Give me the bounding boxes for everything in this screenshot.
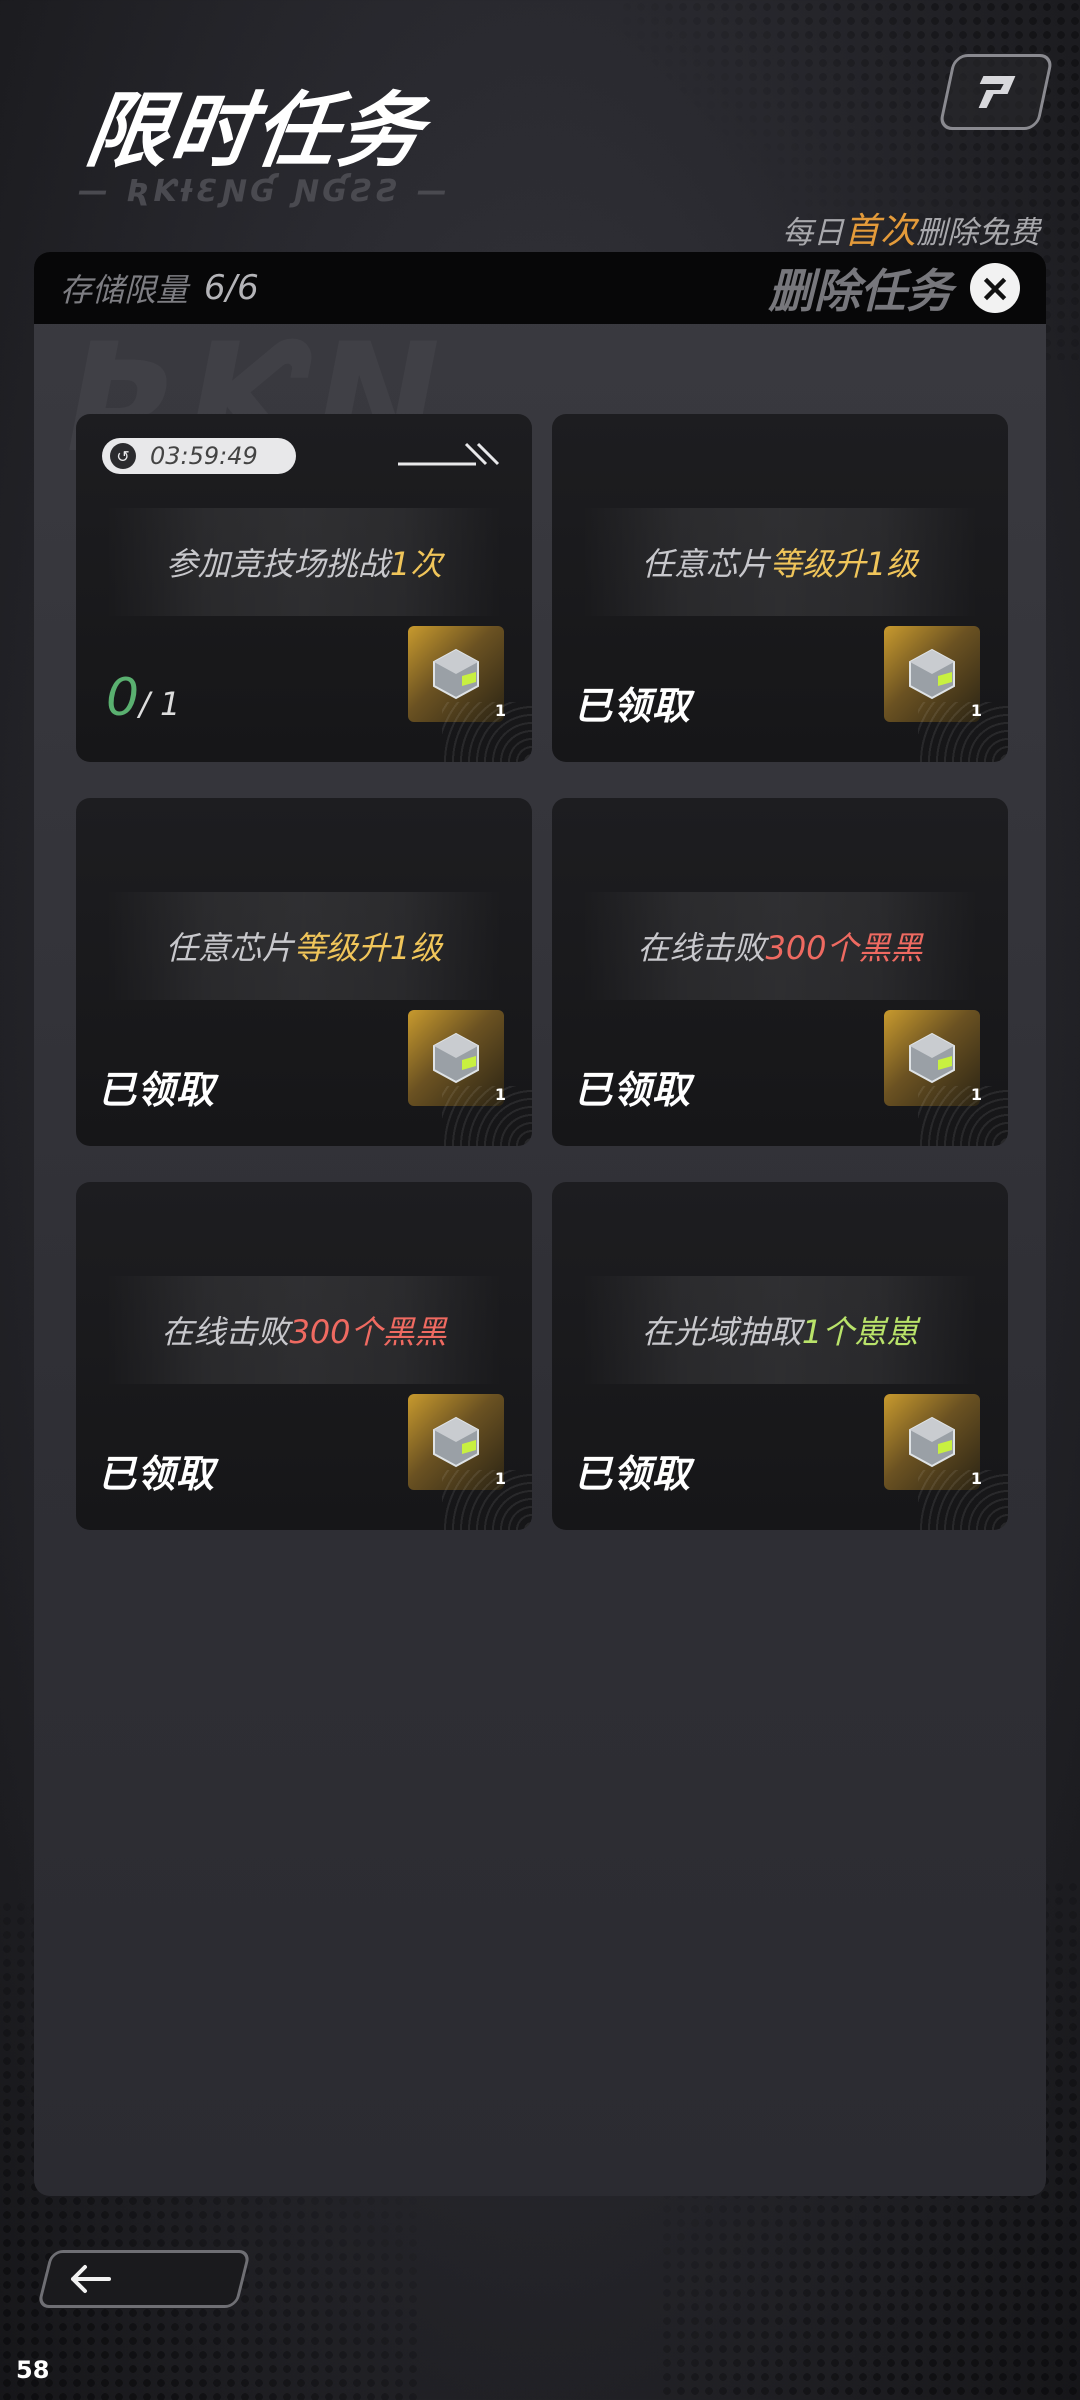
reward-item[interactable]: 1 [884,626,982,722]
close-button[interactable]: × [970,263,1020,313]
claimed-status: 已领取 [98,1452,216,1496]
claimed-status: 已领取 [574,1068,692,1112]
task-card[interactable]: 在线击败 300个黑黑 已领取 1 [552,798,1008,1146]
help-button[interactable] [937,54,1055,130]
back-button[interactable] [36,2250,252,2308]
free-delete-note: 每日首次删除免费 [781,211,1040,252]
page-title: 限时任务 [80,84,430,179]
task-description: 在光域抽取 1个崽崽 [582,1276,978,1384]
panel-header: 存储限量 6/6 删除任务 × [34,252,1046,324]
reward-item[interactable]: 1 [884,1010,982,1106]
fps-counter: 58 [16,2356,50,2384]
task-card[interactable]: 在光域抽取 1个崽崽 已领取 1 [552,1182,1008,1530]
chip-cube-icon [433,648,479,700]
claimed-status: 已领取 [98,1068,216,1112]
back-arrow-icon [71,2265,111,2293]
chip-cube-icon [909,1032,955,1084]
storage-value: 6/6 [204,268,259,308]
reward-count: 1 [970,1469,982,1488]
storage-label: 存储限量 [60,271,189,309]
task-card[interactable]: 在线击败 300个黑黑 已领取 1 [76,1182,532,1530]
task-progress: 0/ 1 [106,668,181,728]
title-decoration: — ƦƘƗƐƝƓ ƝƓƧƧ — [78,174,451,209]
task-card[interactable]: 任意芯片 等级升1级 已领取 1 [76,798,532,1146]
reward-item[interactable]: 1 [408,1010,506,1106]
task-description: 在线击败 300个黑黑 [106,1276,502,1384]
task-description: 参加竞技场挑战 1次 [106,508,502,616]
task-card[interactable]: ↺ 03:59:49 参加竞技场挑战 1次 0/ 1 1 [76,414,532,762]
task-panel: ƦƘƝ 存储限量 6/6 删除任务 × ↺ 03:59:49 参加竞技场挑战1次… [34,252,1046,2196]
claimed-status: 已领取 [574,1452,692,1496]
task-description: 在线击败 300个黑黑 [582,892,978,1000]
claimed-status: 已领取 [574,684,692,728]
timer-text: 03:59:49 [150,442,258,470]
task-card[interactable]: 任意芯片 等级升1级 已领取 1 [552,414,1008,762]
reward-item[interactable]: 1 [408,626,506,722]
reward-count: 1 [970,1085,982,1104]
chip-cube-icon [433,1032,479,1084]
reward-count: 1 [494,1469,506,1488]
chip-cube-icon [909,648,955,700]
chip-cube-icon [909,1416,955,1468]
delete-task-button[interactable]: 删除任务 [768,255,952,321]
reward-item[interactable]: 1 [884,1394,982,1490]
chip-cube-icon [433,1416,479,1468]
reward-count: 1 [970,701,982,720]
close-icon: × [979,266,1011,310]
help-icon [978,76,1016,108]
reward-item[interactable]: 1 [408,1394,506,1490]
timer-badge: ↺ 03:59:49 [102,438,296,474]
task-description: 任意芯片 等级升1级 [582,508,978,616]
reward-count: 1 [494,701,506,720]
clock-icon: ↺ [110,443,136,469]
reward-count: 1 [494,1085,506,1104]
arrow-decoration-icon [398,442,500,466]
task-description: 任意芯片 等级升1级 [106,892,502,1000]
